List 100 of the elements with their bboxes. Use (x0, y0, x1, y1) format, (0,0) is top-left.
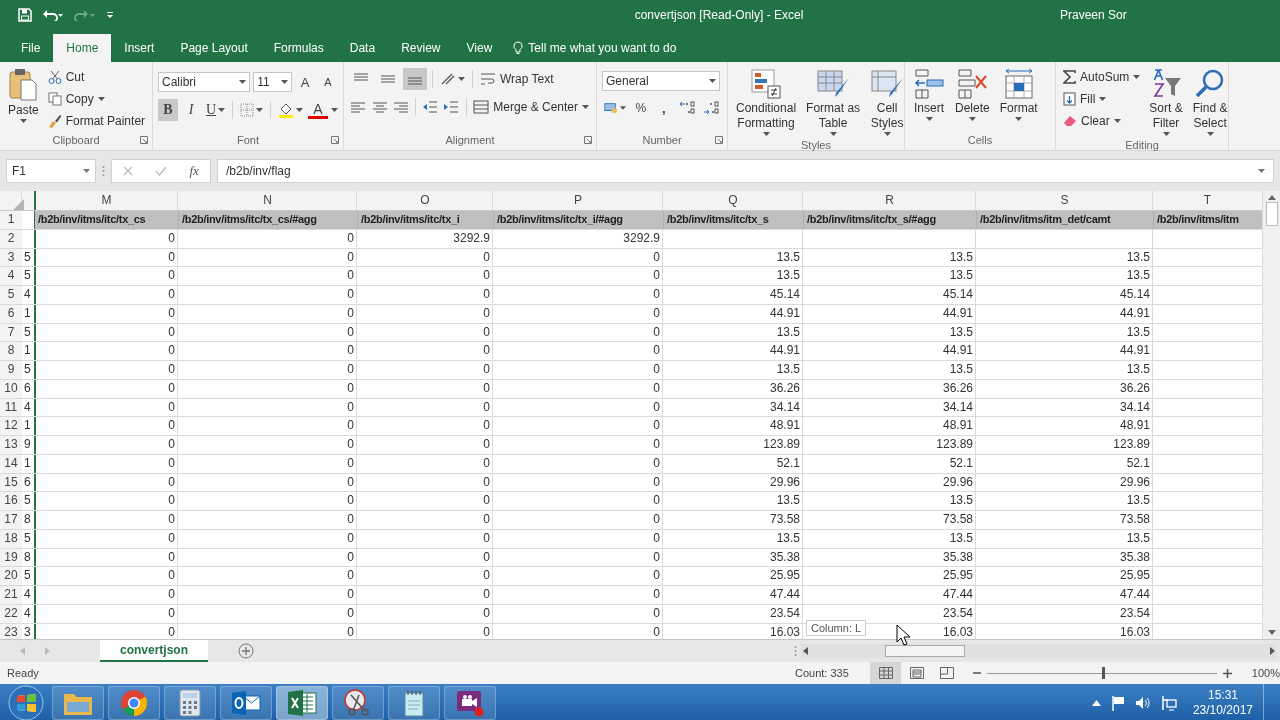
row-number[interactable]: 17 (0, 511, 22, 529)
save-icon[interactable] (18, 8, 32, 22)
format-painter-button[interactable]: Format Painter (45, 110, 148, 131)
row-number[interactable]: 16 (0, 492, 22, 510)
font-name-dropdown[interactable]: Calibri (158, 72, 251, 92)
fill-button[interactable]: Fill (1061, 88, 1143, 109)
insert-function-button[interactable]: fx (189, 163, 199, 179)
ribbon-tab[interactable]: Home (53, 34, 112, 62)
taskbar-button[interactable] (388, 686, 440, 720)
ribbon-tab[interactable]: View (453, 34, 506, 62)
user-name[interactable]: Praveen Sor (1060, 8, 1280, 22)
row-number[interactable]: 13 (0, 436, 22, 454)
scroll-up-icon[interactable] (1267, 195, 1276, 200)
taskbar-button[interactable] (164, 686, 216, 720)
scroll-right-icon[interactable] (1270, 647, 1275, 655)
name-box[interactable]: F1 (6, 159, 96, 183)
format-as-table-button[interactable]: Format as Table (803, 66, 864, 138)
start-button[interactable] (8, 685, 44, 720)
column-header[interactable]: N (178, 191, 357, 210)
ribbon-tab[interactable]: Page Layout (167, 34, 261, 62)
row-number[interactable]: 4 (0, 267, 22, 285)
clock-date[interactable]: 23/10/2017 (1192, 703, 1253, 718)
zoom-in-icon[interactable] (1222, 668, 1232, 678)
taskbar-button[interactable] (108, 686, 160, 720)
italic-button[interactable]: I (181, 99, 201, 121)
vertical-scrollbar[interactable] (1262, 191, 1280, 639)
delete-button[interactable]: Delete (952, 66, 993, 133)
column-header[interactable]: P (493, 191, 663, 210)
number-format-dropdown[interactable]: General (602, 71, 720, 91)
taskbar-button[interactable] (220, 686, 272, 720)
format-button[interactable]: Format (996, 66, 1041, 133)
row-number[interactable]: 21 (0, 586, 22, 604)
taskbar-button[interactable] (276, 686, 328, 720)
count-text: Count: 335 (795, 667, 850, 679)
add-sheet-icon[interactable] (238, 643, 254, 659)
merge-center-button[interactable]: Merge & Center (471, 96, 592, 118)
column-header[interactable]: S (976, 191, 1153, 210)
dialog-launcher-icon[interactable] (140, 136, 148, 144)
column-header[interactable]: M (35, 191, 178, 210)
row-number[interactable]: 12 (0, 417, 22, 435)
checkmark-icon[interactable] (155, 166, 168, 176)
increase-font-button[interactable]: A (295, 71, 315, 93)
ribbon-tab[interactable]: Review (388, 34, 454, 62)
clock-time[interactable]: 15:31 (1207, 688, 1238, 703)
row-number[interactable]: 8 (0, 342, 22, 360)
column-header[interactable]: T (1153, 191, 1262, 210)
font-size-dropdown[interactable]: 11 (253, 72, 292, 92)
undo-icon[interactable] (42, 9, 64, 21)
insert-button[interactable]: Insert (910, 66, 948, 133)
dialog-launcher-icon[interactable] (331, 136, 339, 144)
taskbar-button[interactable] (332, 686, 384, 720)
decrease-font-button[interactable]: A (318, 71, 338, 93)
network-icon[interactable] (1160, 695, 1177, 711)
speaker-icon[interactable] (1134, 696, 1151, 710)
row-number[interactable]: 1 (0, 211, 22, 229)
find-select-button[interactable]: Find & Select (1189, 66, 1231, 138)
tell-me-field[interactable]: Tell me what you want to do (513, 34, 677, 62)
bottom-align-button[interactable] (403, 68, 427, 90)
wrap-text-button[interactable]: Wrap Text (478, 68, 556, 90)
redo-icon[interactable] (74, 9, 96, 21)
sort-filter-button[interactable]: Sort & Filter (1146, 66, 1186, 138)
taskbar-button[interactable] (444, 686, 496, 720)
column-header[interactable]: R (803, 191, 976, 210)
scroll-left-icon[interactable] (803, 647, 808, 655)
scroll-down-icon[interactable] (1267, 630, 1276, 635)
row-number[interactable]: 5 (0, 286, 22, 304)
copy-button[interactable]: Copy (45, 88, 148, 109)
row-number[interactable]: 20 (0, 567, 22, 585)
horizontal-scrollbar[interactable] (801, 644, 1277, 658)
cell-styles-button[interactable]: Cell Styles (867, 66, 908, 138)
flag-icon[interactable] (1110, 695, 1125, 711)
font-color-button[interactable]: A (308, 101, 328, 119)
sheet-tab[interactable]: convertjson (100, 640, 208, 662)
bold-button[interactable]: B (158, 99, 178, 121)
customize-icon[interactable] (106, 11, 114, 19)
row-number[interactable]: 9 (0, 361, 22, 379)
ribbon-tab[interactable]: Formulas (260, 34, 337, 62)
percent-button[interactable]: % (630, 97, 651, 119)
cut-button[interactable]: Cut (45, 66, 148, 87)
ribbon-tab[interactable]: Insert (111, 34, 168, 62)
ribbon-tab[interactable]: Data (336, 34, 389, 62)
group-label: Cells (966, 133, 994, 148)
conditional-formatting-button[interactable]: Conditional Formatting (733, 66, 800, 138)
scroll-thumb[interactable] (885, 645, 965, 657)
formula-field[interactable]: /b2b/inv/flag (217, 159, 1274, 183)
dialog-launcher-icon[interactable] (715, 136, 723, 144)
comma-button[interactable]: , (653, 97, 674, 119)
zoom-level[interactable]: 100% (1251, 667, 1280, 679)
zoom-out-icon[interactable] (972, 669, 981, 677)
column-header[interactable]: O (357, 191, 493, 210)
ribbon-tab[interactable]: File (8, 34, 54, 62)
column-header[interactable]: Q (663, 191, 803, 210)
normal-view-button[interactable] (870, 662, 902, 684)
clear-button[interactable]: Clear (1061, 110, 1143, 131)
underline-button[interactable]: U (204, 99, 228, 121)
dialog-launcher-icon[interactable] (584, 136, 592, 144)
show-hidden-icon[interactable] (1091, 700, 1101, 706)
scroll-thumb[interactable] (1265, 202, 1278, 226)
autosum-button[interactable]: AutoSum (1061, 66, 1143, 87)
paste-button[interactable]: Paste (5, 66, 42, 133)
